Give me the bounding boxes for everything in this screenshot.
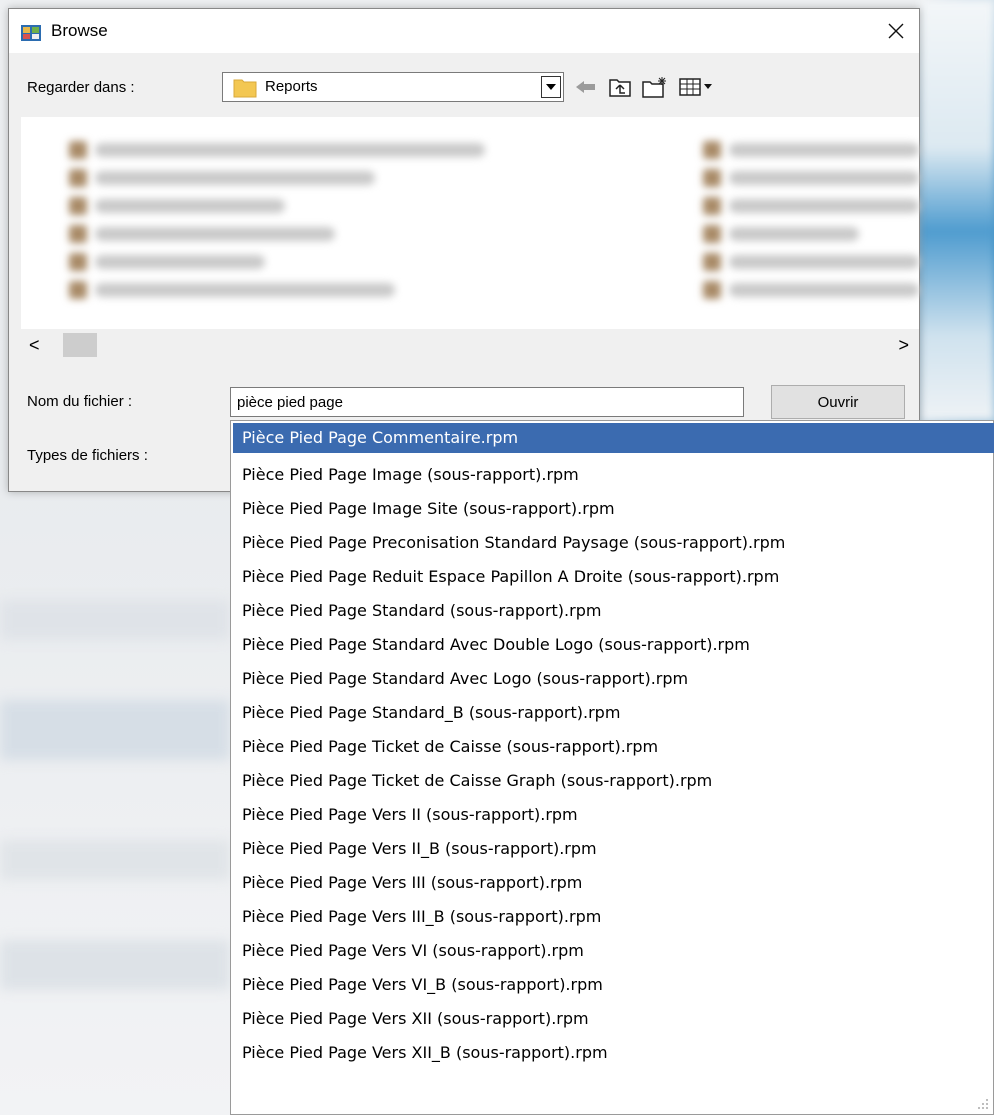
close-icon — [888, 23, 904, 39]
resize-grip-icon[interactable] — [977, 1098, 989, 1110]
suggestion-item[interactable]: Pièce Pied Page Standard Avec Double Log… — [233, 630, 994, 660]
file-icon — [69, 169, 87, 187]
view-menu-button[interactable] — [677, 75, 717, 99]
suggestion-item[interactable]: Pièce Pied Page Vers II_B (sous-rapport)… — [233, 834, 994, 864]
suggestion-item[interactable]: Pièce Pied Page Vers XII_B (sous-rapport… — [233, 1038, 994, 1068]
file-icon — [69, 225, 87, 243]
look-in-value: Reports — [265, 78, 318, 95]
file-icon — [703, 141, 721, 159]
new-folder-icon — [642, 77, 666, 98]
blurred-file-name — [729, 171, 919, 185]
horizontal-scrollbar[interactable]: < > — [21, 329, 919, 361]
chevron-down-icon — [546, 84, 556, 90]
suggestion-item[interactable]: Pièce Pied Page Commentaire.rpm — [233, 423, 994, 453]
file-icon — [703, 225, 721, 243]
app-icon — [21, 25, 41, 41]
file-list-view[interactable] — [21, 117, 919, 329]
blurred-file-name — [95, 171, 375, 185]
open-button[interactable]: Ouvrir — [771, 385, 905, 419]
view-menu-icon — [679, 78, 712, 96]
filename-label: Nom du fichier : — [27, 393, 133, 410]
blurred-file-name — [729, 199, 919, 213]
scroll-right-button[interactable]: > — [898, 335, 909, 356]
blurred-file-name — [729, 255, 919, 269]
blurred-file-name — [95, 199, 285, 213]
blurred-file-name — [95, 143, 485, 157]
background-blur-band — [0, 600, 230, 640]
file-icon — [703, 197, 721, 215]
blurred-file-name — [95, 283, 395, 297]
blurred-file-name — [729, 227, 859, 241]
background-blur-band — [0, 700, 230, 760]
suggestion-item[interactable]: Pièce Pied Page Standard_B (sous-rapport… — [233, 698, 994, 728]
blurred-file-name — [729, 283, 919, 297]
file-icon — [69, 197, 87, 215]
up-folder-button[interactable] — [605, 75, 635, 99]
look-in-combobox[interactable]: Reports — [222, 72, 564, 102]
suggestion-item[interactable]: Pièce Pied Page Ticket de Caisse Graph (… — [233, 766, 994, 796]
background-blur-band — [0, 840, 230, 880]
blurred-file-name — [729, 143, 919, 157]
back-arrow-icon — [576, 81, 595, 93]
suggestion-item[interactable]: Pièce Pied Page Standard (sous-rapport).… — [233, 596, 994, 626]
look-in-label: Regarder dans : — [27, 79, 135, 96]
file-icon — [69, 253, 87, 271]
suggestion-item[interactable]: Pièce Pied Page Vers III (sous-rapport).… — [233, 868, 994, 898]
suggestion-item[interactable]: Pièce Pied Page Standard Avec Logo (sous… — [233, 664, 994, 694]
file-icon — [703, 253, 721, 271]
file-icon — [703, 281, 721, 299]
file-icon — [703, 169, 721, 187]
suggestion-item[interactable]: Pièce Pied Page Image (sous-rapport).rpm — [233, 460, 994, 490]
look-in-dropdown-button[interactable] — [541, 76, 561, 98]
file-types-label: Types de fichiers : — [27, 447, 148, 464]
suggestion-item[interactable]: Pièce Pied Page Reduit Espace Papillon A… — [233, 562, 994, 592]
suggestion-item[interactable]: Pièce Pied Page Vers XII (sous-rapport).… — [233, 1004, 994, 1034]
suggestion-item[interactable]: Pièce Pied Page Image Site (sous-rapport… — [233, 494, 994, 524]
window-title: Browse — [51, 21, 108, 40]
suggestion-item[interactable]: Pièce Pied Page Preconisation Standard P… — [233, 528, 994, 558]
scroll-left-button[interactable]: < — [29, 335, 40, 356]
suggestion-item[interactable]: Pièce Pied Page Vers VI (sous-rapport).r… — [233, 936, 994, 966]
scroll-thumb[interactable] — [63, 333, 97, 357]
background-window-strip — [920, 0, 994, 420]
filename-input[interactable] — [230, 387, 744, 417]
file-icon — [69, 281, 87, 299]
blurred-file-name — [95, 227, 335, 241]
new-folder-button[interactable] — [639, 75, 671, 99]
back-button[interactable] — [572, 75, 600, 99]
title-bar: Browse — [9, 9, 919, 53]
file-icon — [69, 141, 87, 159]
background-blur-band — [0, 940, 230, 990]
autocomplete-dropdown: Pièce Pied Page Commentaire.rpm Pièce Pi… — [230, 420, 994, 1115]
suggestion-item[interactable]: Pièce Pied Page Ticket de Caisse (sous-r… — [233, 732, 994, 762]
blurred-file-name — [95, 255, 265, 269]
suggestion-item[interactable]: Pièce Pied Page Vers III_B (sous-rapport… — [233, 902, 994, 932]
folder-icon — [233, 79, 257, 98]
close-button[interactable] — [873, 9, 919, 53]
up-folder-icon — [609, 79, 631, 97]
suggestion-item[interactable]: Pièce Pied Page Vers II (sous-rapport).r… — [233, 800, 994, 830]
suggestion-item[interactable]: Pièce Pied Page Vers VI_B (sous-rapport)… — [233, 970, 994, 1000]
